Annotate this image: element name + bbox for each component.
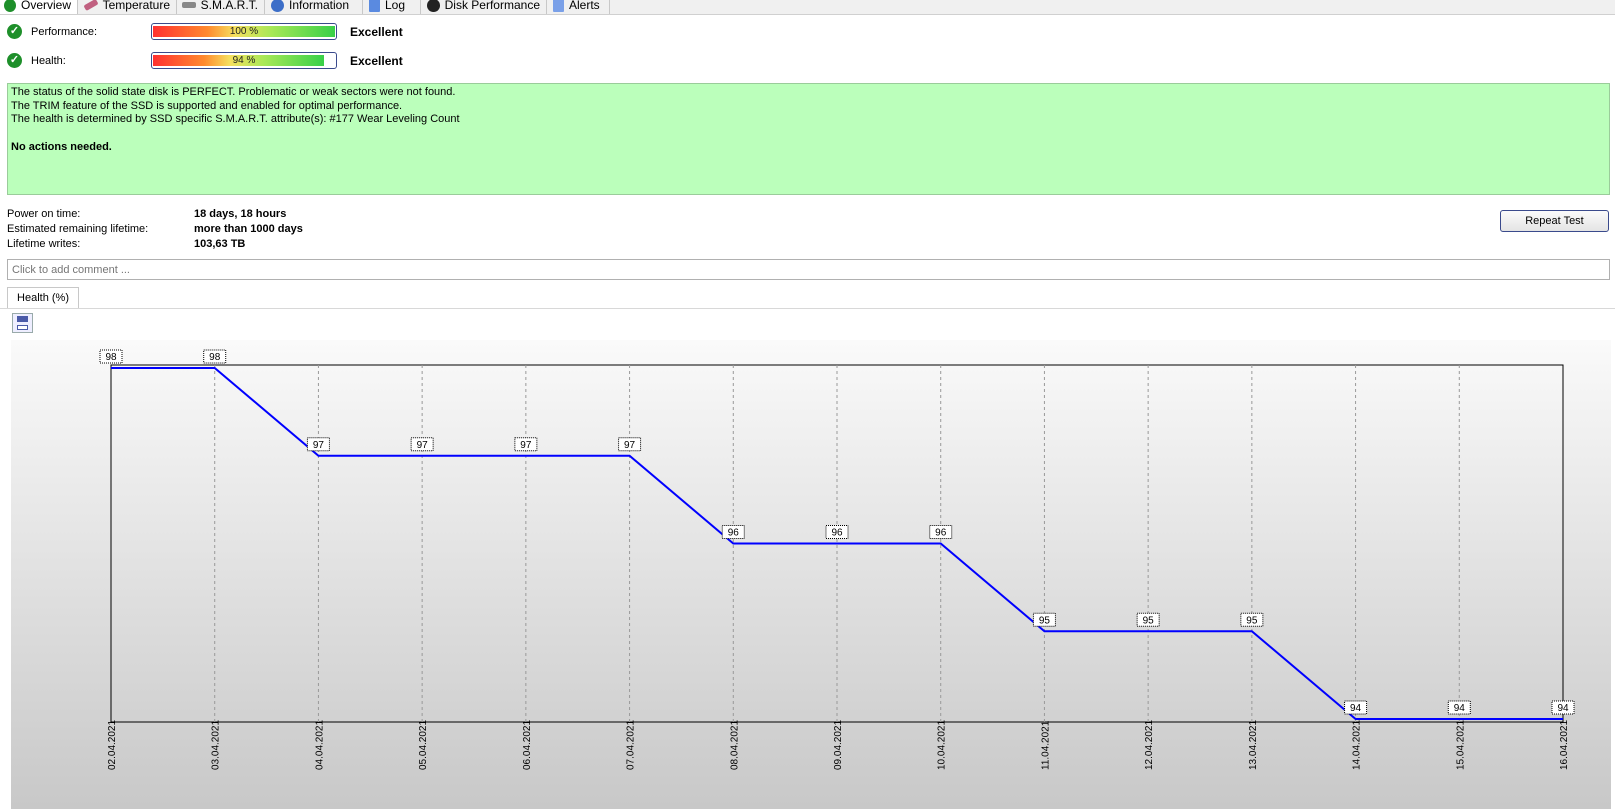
x-tick-label: 12.04.2021 xyxy=(1144,720,1155,770)
performance-label: Performance: xyxy=(31,26,98,38)
data-label: 98 xyxy=(203,349,227,364)
svg-text:95: 95 xyxy=(1143,615,1155,626)
tab-disk-performance[interactable]: Disk Performance xyxy=(423,0,547,14)
data-label: 95 xyxy=(1136,612,1160,627)
health-rating: Excellent xyxy=(350,54,403,68)
tab-smart[interactable]: S.M.A.R.T. xyxy=(178,0,265,14)
status-message-box[interactable]: The status of the solid state disk is PE… xyxy=(7,83,1610,195)
tab-temperature[interactable]: Temperature xyxy=(80,0,177,14)
data-label: 97 xyxy=(514,437,538,452)
x-tick-label: 14.04.2021 xyxy=(1352,720,1363,770)
stat-value-lifetime-writes: 103,63 TB xyxy=(194,238,246,250)
data-label: 97 xyxy=(618,437,642,452)
x-tick-label: 02.04.2021 xyxy=(107,720,118,770)
performance-check-icon: ✓ xyxy=(7,24,22,39)
data-label: 94 xyxy=(1344,700,1368,715)
x-tick-label: 09.04.2021 xyxy=(833,720,844,770)
smart-drive-icon xyxy=(182,2,196,8)
tab-health-percent[interactable]: Health (%) xyxy=(7,287,79,309)
svg-text:98: 98 xyxy=(209,352,221,363)
repeat-test-button[interactable]: Repeat Test xyxy=(1500,210,1609,232)
health-chart: 98 98 97 97 97 97 96 96 96 95 95 95 94 94 94 02.04.202… xyxy=(11,340,1611,809)
data-label: 94 xyxy=(1447,700,1471,715)
svg-text:94: 94 xyxy=(1350,703,1362,714)
performance-value: 100 % xyxy=(229,26,259,37)
svg-text:95: 95 xyxy=(1039,615,1051,626)
stat-value-remaining-lifetime: more than 1000 days xyxy=(194,223,303,235)
stat-label-power-on: Power on time: xyxy=(7,208,81,220)
svg-text:97: 97 xyxy=(520,440,532,451)
stat-label-lifetime-writes: Lifetime writes: xyxy=(7,238,81,250)
data-label: 94 xyxy=(1551,700,1575,715)
health-bar: 94 % xyxy=(151,52,337,69)
x-tick-label: 13.04.2021 xyxy=(1248,720,1259,770)
tab-information[interactable]: Information xyxy=(267,0,363,14)
data-label: 95 xyxy=(1032,612,1056,627)
data-label: 97 xyxy=(410,437,434,452)
tab-bar: Overview Temperature S.M.A.R.T. Informat… xyxy=(0,0,1615,15)
health-check-icon: ✓ xyxy=(7,53,22,68)
thermometer-icon xyxy=(83,0,99,12)
chart-tab-divider xyxy=(0,308,1615,309)
status-line: The TRIM feature of the SSD is supported… xyxy=(11,99,403,112)
save-icon[interactable] xyxy=(12,313,33,333)
svg-text:94: 94 xyxy=(1557,703,1569,714)
status-line: The health is determined by SSD specific… xyxy=(11,113,460,125)
svg-text:94: 94 xyxy=(1454,703,1466,714)
svg-text:97: 97 xyxy=(313,440,325,451)
chart-background xyxy=(11,340,1611,809)
log-icon xyxy=(369,0,380,12)
comment-input[interactable] xyxy=(7,259,1610,280)
tab-alerts[interactable]: Alerts xyxy=(549,0,610,14)
info-icon xyxy=(271,0,284,12)
alerts-icon xyxy=(553,0,564,12)
svg-text:97: 97 xyxy=(624,440,636,451)
status-line: The status of the solid state disk is PE… xyxy=(11,86,456,98)
data-label: 96 xyxy=(721,525,745,539)
x-tick-label: 07.04.2021 xyxy=(626,720,637,770)
svg-text:97: 97 xyxy=(417,440,429,451)
tab-overview[interactable]: Overview xyxy=(0,0,78,14)
x-tick-label: 16.04.2021 xyxy=(1559,720,1570,770)
data-label: 96 xyxy=(825,525,849,539)
svg-text:98: 98 xyxy=(105,352,117,363)
status-action: No actions needed. xyxy=(11,140,112,153)
data-label: 96 xyxy=(929,525,953,539)
x-tick-label: 15.04.2021 xyxy=(1455,720,1466,770)
data-label: 95 xyxy=(1240,612,1264,627)
svg-text:95: 95 xyxy=(1246,615,1258,626)
data-label: 98 xyxy=(99,349,123,364)
x-tick-label: 10.04.2021 xyxy=(937,720,948,770)
x-tick-label: 06.04.2021 xyxy=(522,720,533,770)
x-tick-label: 04.04.2021 xyxy=(314,720,325,770)
x-tick-label: 05.04.2021 xyxy=(418,720,429,770)
health-value: 94 % xyxy=(232,55,256,66)
performance-rating: Excellent xyxy=(350,25,403,39)
stat-label-remaining-lifetime: Estimated remaining lifetime: xyxy=(7,223,149,235)
performance-bar: 100 % xyxy=(151,23,337,40)
x-tick-label: 11.04.2021 xyxy=(1040,720,1051,770)
x-tick-label: 03.04.2021 xyxy=(211,720,222,770)
stat-value-power-on: 18 days, 18 hours xyxy=(194,208,287,220)
svg-text:96: 96 xyxy=(831,528,843,539)
health-label: Health: xyxy=(31,55,66,67)
svg-text:96: 96 xyxy=(728,528,740,539)
x-tick-label: 08.04.2021 xyxy=(729,720,740,770)
tab-log[interactable]: Log xyxy=(365,0,421,14)
data-label: 97 xyxy=(306,437,330,452)
speedometer-icon xyxy=(427,0,440,12)
check-icon xyxy=(4,0,16,12)
svg-text:96: 96 xyxy=(935,528,947,539)
